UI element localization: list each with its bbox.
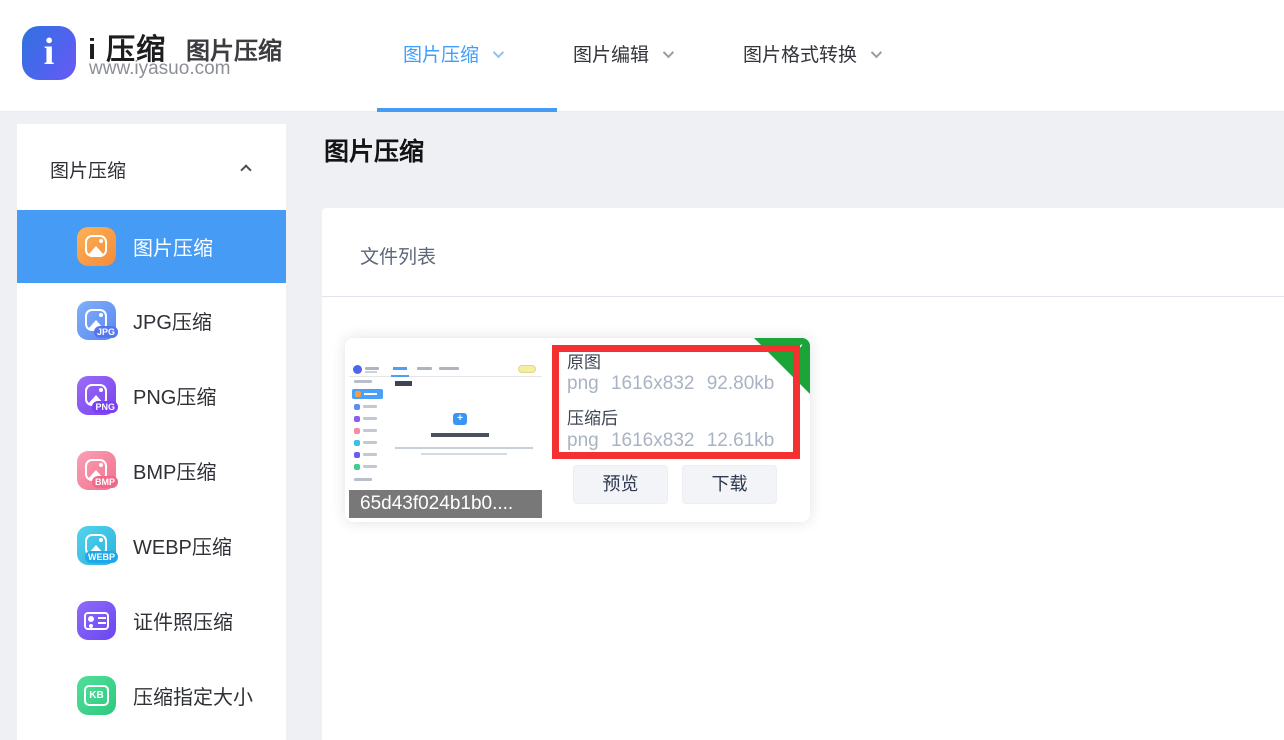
thumb-detail bbox=[363, 453, 377, 456]
format-badge: BMP bbox=[92, 476, 118, 488]
sidebar: 图片压缩 图片压缩 JPG JPG压缩 PNG PNG压缩 bbox=[17, 124, 286, 740]
thumb-detail bbox=[395, 381, 412, 386]
sidebar-item-webp-compress[interactable]: WEBP WEBP压缩 bbox=[17, 508, 286, 583]
sidebar-item-jpg-compress[interactable]: JPG JPG压缩 bbox=[17, 283, 286, 358]
thumb-detail bbox=[363, 441, 377, 444]
sidebar-item-compress-to-size[interactable]: KB 压缩指定大小 bbox=[17, 658, 286, 733]
panel-title: 文件列表 bbox=[360, 242, 436, 269]
file-list-panel: 文件列表 ✓ bbox=[322, 208, 1284, 740]
compressed-label: 压缩后 bbox=[567, 404, 618, 429]
bmp-compress-icon: BMP bbox=[77, 451, 116, 490]
original-info: png 1616x832 92.80kb bbox=[567, 373, 774, 395]
sidebar-item-png-compress[interactable]: PNG PNG压缩 bbox=[17, 358, 286, 433]
thumb-detail bbox=[393, 367, 407, 370]
preview-button[interactable]: 预览 bbox=[573, 465, 668, 504]
kb-glyph: KB bbox=[84, 685, 109, 706]
kb-size-compress-icon: KB bbox=[77, 676, 116, 715]
nav-item-format-convert[interactable]: 图片格式转换 bbox=[743, 40, 879, 67]
thumb-detail bbox=[365, 371, 377, 373]
thumb-detail bbox=[354, 380, 372, 383]
thumb-detail bbox=[518, 365, 536, 373]
file-name-label: 65d43f024b1b0.... bbox=[349, 490, 542, 518]
thumb-detail bbox=[421, 453, 507, 455]
file-actions: 预览 下载 bbox=[573, 465, 777, 504]
panel-divider bbox=[322, 296, 1284, 297]
id-card-glyph bbox=[84, 612, 109, 630]
compressed-info: png 1616x832 12.61kb bbox=[567, 430, 774, 452]
sidebar-group-label: 图片压缩 bbox=[50, 156, 126, 183]
top-header: i i 压缩 图片压缩 www.iyasuo.com 图片压缩 图片编辑 图片格… bbox=[0, 0, 1284, 112]
file-thumbnail[interactable]: + 65d43f024b1b0.... bbox=[349, 362, 542, 518]
nav-item-label: 图片压缩 bbox=[403, 40, 479, 67]
thumb-detail: + bbox=[387, 377, 542, 490]
jpg-compress-icon: JPG bbox=[77, 301, 116, 340]
thumb-detail bbox=[431, 433, 489, 437]
format-badge: PNG bbox=[92, 401, 118, 413]
nav-item-image-edit[interactable]: 图片编辑 bbox=[573, 40, 671, 67]
thumb-detail bbox=[365, 367, 379, 370]
nav-item-label: 图片格式转换 bbox=[743, 40, 857, 67]
nav-item-image-compress[interactable]: 图片压缩 bbox=[403, 40, 501, 67]
sidebar-group-image-compress[interactable]: 图片压缩 bbox=[17, 124, 286, 210]
thumb-detail bbox=[354, 452, 360, 458]
chevron-down-icon bbox=[871, 46, 882, 57]
chevron-down-icon bbox=[663, 46, 674, 57]
chevron-up-icon bbox=[240, 164, 251, 175]
format-badge: WEBP bbox=[85, 551, 118, 563]
picture-glyph bbox=[85, 235, 107, 257]
thumb-detail bbox=[354, 478, 372, 481]
thumb-detail bbox=[363, 429, 377, 432]
thumb-detail bbox=[363, 405, 377, 408]
sidebar-item-label: 图片压缩 bbox=[133, 232, 213, 261]
thumb-detail bbox=[349, 377, 387, 490]
app-root: i i 压缩 图片压缩 www.iyasuo.com 图片压缩 图片编辑 图片格… bbox=[0, 0, 1284, 740]
thumb-detail bbox=[355, 391, 361, 397]
original-label: 原图 bbox=[567, 348, 601, 373]
thumb-detail bbox=[353, 365, 362, 374]
thumb-detail bbox=[354, 404, 360, 410]
thumb-detail bbox=[363, 465, 377, 468]
sidebar-item-label: WEBP压缩 bbox=[133, 531, 232, 560]
webp-compress-icon: WEBP bbox=[77, 526, 116, 565]
nav-item-label: 图片编辑 bbox=[573, 40, 649, 67]
brand-logo-icon[interactable]: i bbox=[22, 26, 76, 80]
thumb-detail bbox=[364, 393, 377, 395]
sidebar-item-label: BMP压缩 bbox=[133, 456, 216, 485]
sidebar-item-label: 证件照压缩 bbox=[133, 606, 233, 635]
thumb-detail bbox=[363, 417, 377, 420]
sidebar-item-image-compress[interactable]: 图片压缩 bbox=[17, 210, 286, 283]
sidebar-item-label: 压缩指定大小 bbox=[133, 681, 253, 710]
thumb-detail bbox=[395, 447, 533, 449]
sidebar-item-label: PNG压缩 bbox=[133, 381, 216, 410]
sidebar-item-id-photo-compress[interactable]: 证件照压缩 bbox=[17, 583, 286, 658]
format-badge: JPG bbox=[94, 326, 118, 338]
thumb-detail bbox=[354, 464, 360, 470]
thumb-detail bbox=[354, 428, 360, 434]
check-icon: ✓ bbox=[792, 340, 805, 358]
thumb-detail bbox=[354, 416, 360, 422]
id-photo-compress-icon bbox=[77, 601, 116, 640]
page-title: 图片压缩 bbox=[324, 132, 424, 168]
image-compress-icon bbox=[77, 227, 116, 266]
file-card: ✓ bbox=[345, 338, 810, 522]
thumb-detail bbox=[354, 440, 360, 446]
download-button[interactable]: 下载 bbox=[682, 465, 777, 504]
png-compress-icon: PNG bbox=[77, 376, 116, 415]
brand-url: www.iyasuo.com bbox=[89, 58, 231, 80]
chevron-down-icon bbox=[493, 46, 504, 57]
main-nav: 图片压缩 图片编辑 图片格式转换 bbox=[403, 40, 951, 67]
thumb-upload-plus: + bbox=[453, 413, 467, 425]
active-nav-underline bbox=[377, 108, 557, 112]
thumb-detail bbox=[352, 389, 383, 399]
sidebar-item-bmp-compress[interactable]: BMP BMP压缩 bbox=[17, 433, 286, 508]
sidebar-item-label: JPG压缩 bbox=[133, 306, 212, 335]
thumb-detail bbox=[417, 367, 432, 370]
thumbnail-mini-screenshot: + bbox=[349, 362, 542, 490]
thumb-detail bbox=[439, 367, 459, 370]
